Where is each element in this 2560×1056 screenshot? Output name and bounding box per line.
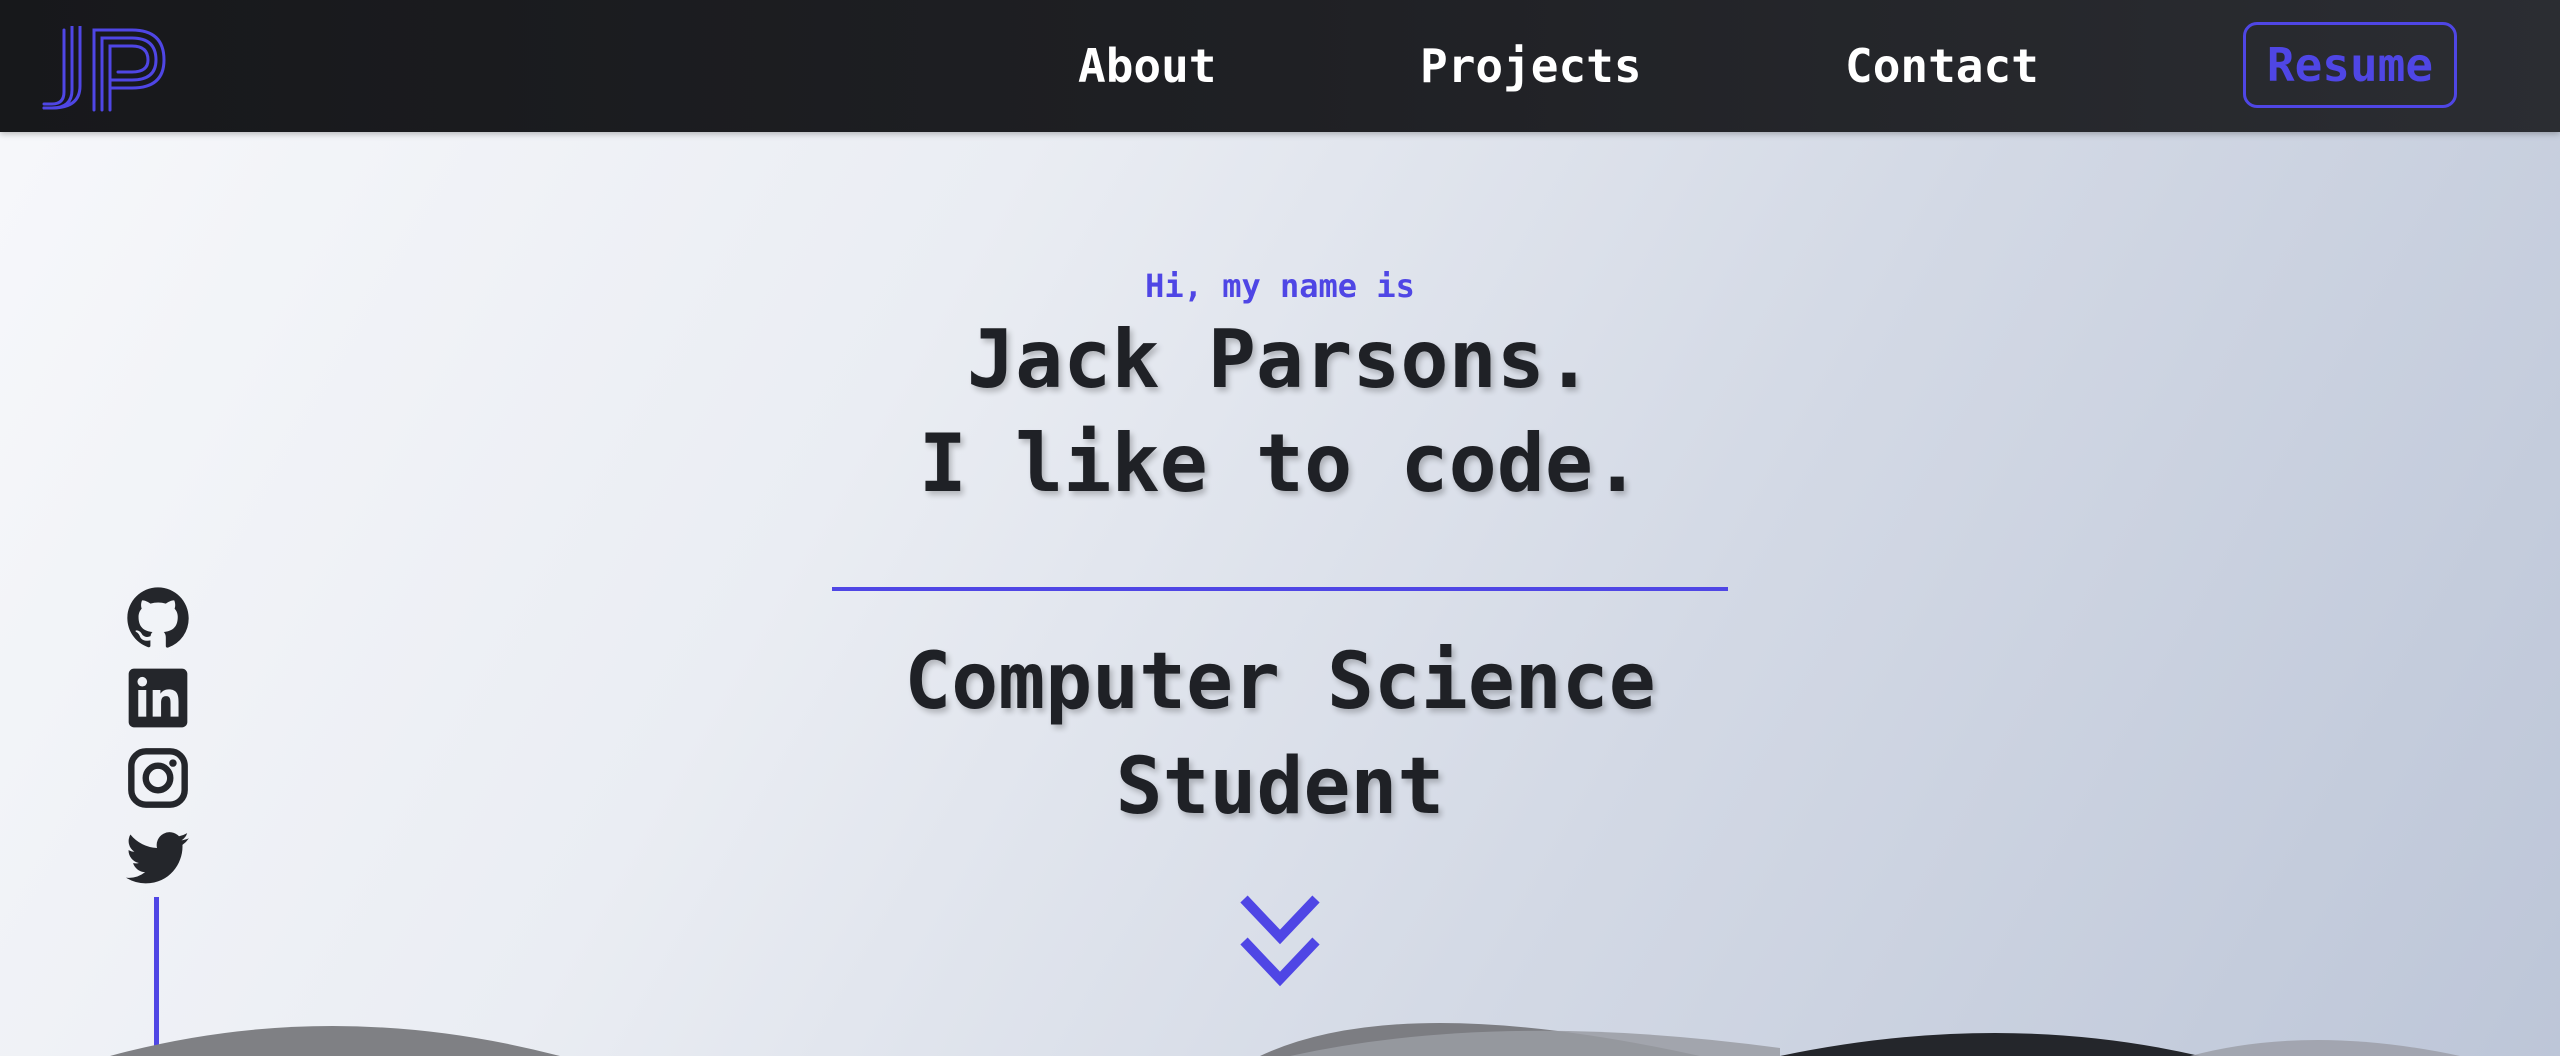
wave-decoration [110, 1023, 2460, 1056]
instagram-icon [128, 748, 188, 808]
social-link-github[interactable] [126, 586, 190, 650]
hero-role-line1: Computer Science [904, 637, 1656, 727]
social-link-twitter[interactable] [126, 826, 190, 890]
hero-tagline: I like to code. [918, 417, 1642, 510]
nav-link-projects[interactable]: Projects [1420, 36, 1642, 96]
resume-button[interactable]: Resume [2243, 22, 2457, 108]
jp-monogram-icon [42, 20, 166, 112]
scroll-down-button[interactable] [1238, 895, 1322, 989]
nav-link-contact[interactable]: Contact [1845, 36, 2039, 96]
double-chevron-down-icon [1240, 895, 1320, 987]
navbar: About Projects Contact Resume [0, 0, 2560, 132]
jp-logo[interactable] [40, 20, 170, 112]
twitter-icon [126, 832, 189, 884]
social-link-linkedin[interactable] [126, 666, 190, 730]
github-icon [127, 587, 189, 648]
linkedin-icon [128, 668, 188, 728]
nav-link-about[interactable]: About [1078, 36, 1216, 96]
hero-name: Jack Parsons. [966, 313, 1594, 406]
social-link-instagram[interactable] [126, 746, 190, 810]
hero-greeting: Hi, my name is [1145, 267, 1415, 305]
hero-divider [832, 587, 1728, 591]
hero-role-line2: Student [1115, 742, 1445, 832]
